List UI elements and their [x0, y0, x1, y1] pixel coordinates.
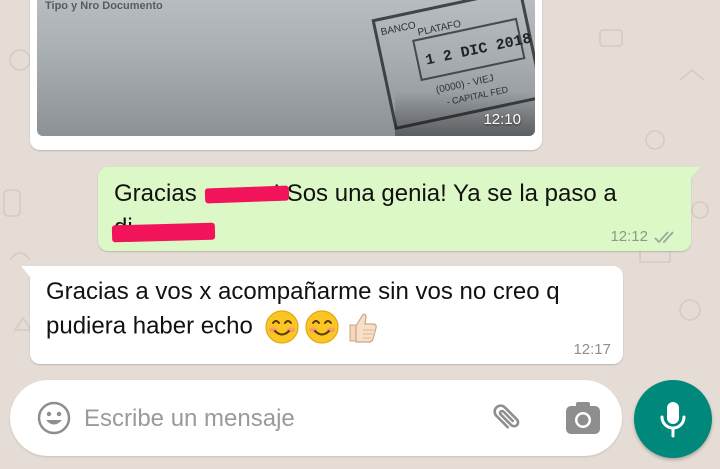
- microphone-button[interactable]: [634, 380, 712, 458]
- message-time: 12:12: [610, 228, 648, 245]
- stamp-line-1: BANCO: [380, 20, 417, 38]
- message-time: 12:17: [573, 341, 611, 358]
- emoji-group: [264, 309, 380, 345]
- message-time: 12:10: [483, 111, 521, 128]
- bubble-tail: [21, 266, 31, 278]
- thumbs-up-icon: [349, 313, 377, 343]
- outgoing-text-part-2: ! Sos una genia! Ya se la paso a: [273, 180, 617, 207]
- outgoing-message-bubble[interactable]: Gracias ! Sos una genia! Ya se la paso a…: [98, 167, 700, 251]
- microphone-icon: [660, 402, 686, 438]
- outgoing-text-part-1: Gracias: [114, 180, 204, 207]
- message-input[interactable]: [82, 398, 466, 440]
- smiling-face-icon: [304, 310, 339, 344]
- smiling-face-icon: [264, 310, 299, 344]
- message-meta: 12:12: [610, 228, 679, 245]
- stamp-date: 1 2 DIC 2018: [424, 30, 533, 69]
- image-message-bubble[interactable]: Tipo y Nro Documento BANCO PLATAFO 1 2 D…: [30, 0, 542, 150]
- message-composer: [10, 380, 622, 456]
- incoming-message-text: Gracias a vos x acompañarme sin vos no c…: [46, 275, 586, 345]
- incoming-message-bubble[interactable]: Gracias a vos x acompañarme sin vos no c…: [21, 266, 623, 364]
- paperclip-icon[interactable]: [488, 399, 526, 437]
- double-check-icon: [654, 230, 674, 243]
- emoji-icon[interactable]: [36, 400, 72, 436]
- redaction-mark: [111, 222, 216, 243]
- bubble-tail: [690, 167, 700, 179]
- attached-photo[interactable]: Tipo y Nro Documento BANCO PLATAFO 1 2 D…: [37, 0, 535, 136]
- redaction-mark: [204, 185, 290, 204]
- camera-icon[interactable]: [564, 400, 602, 436]
